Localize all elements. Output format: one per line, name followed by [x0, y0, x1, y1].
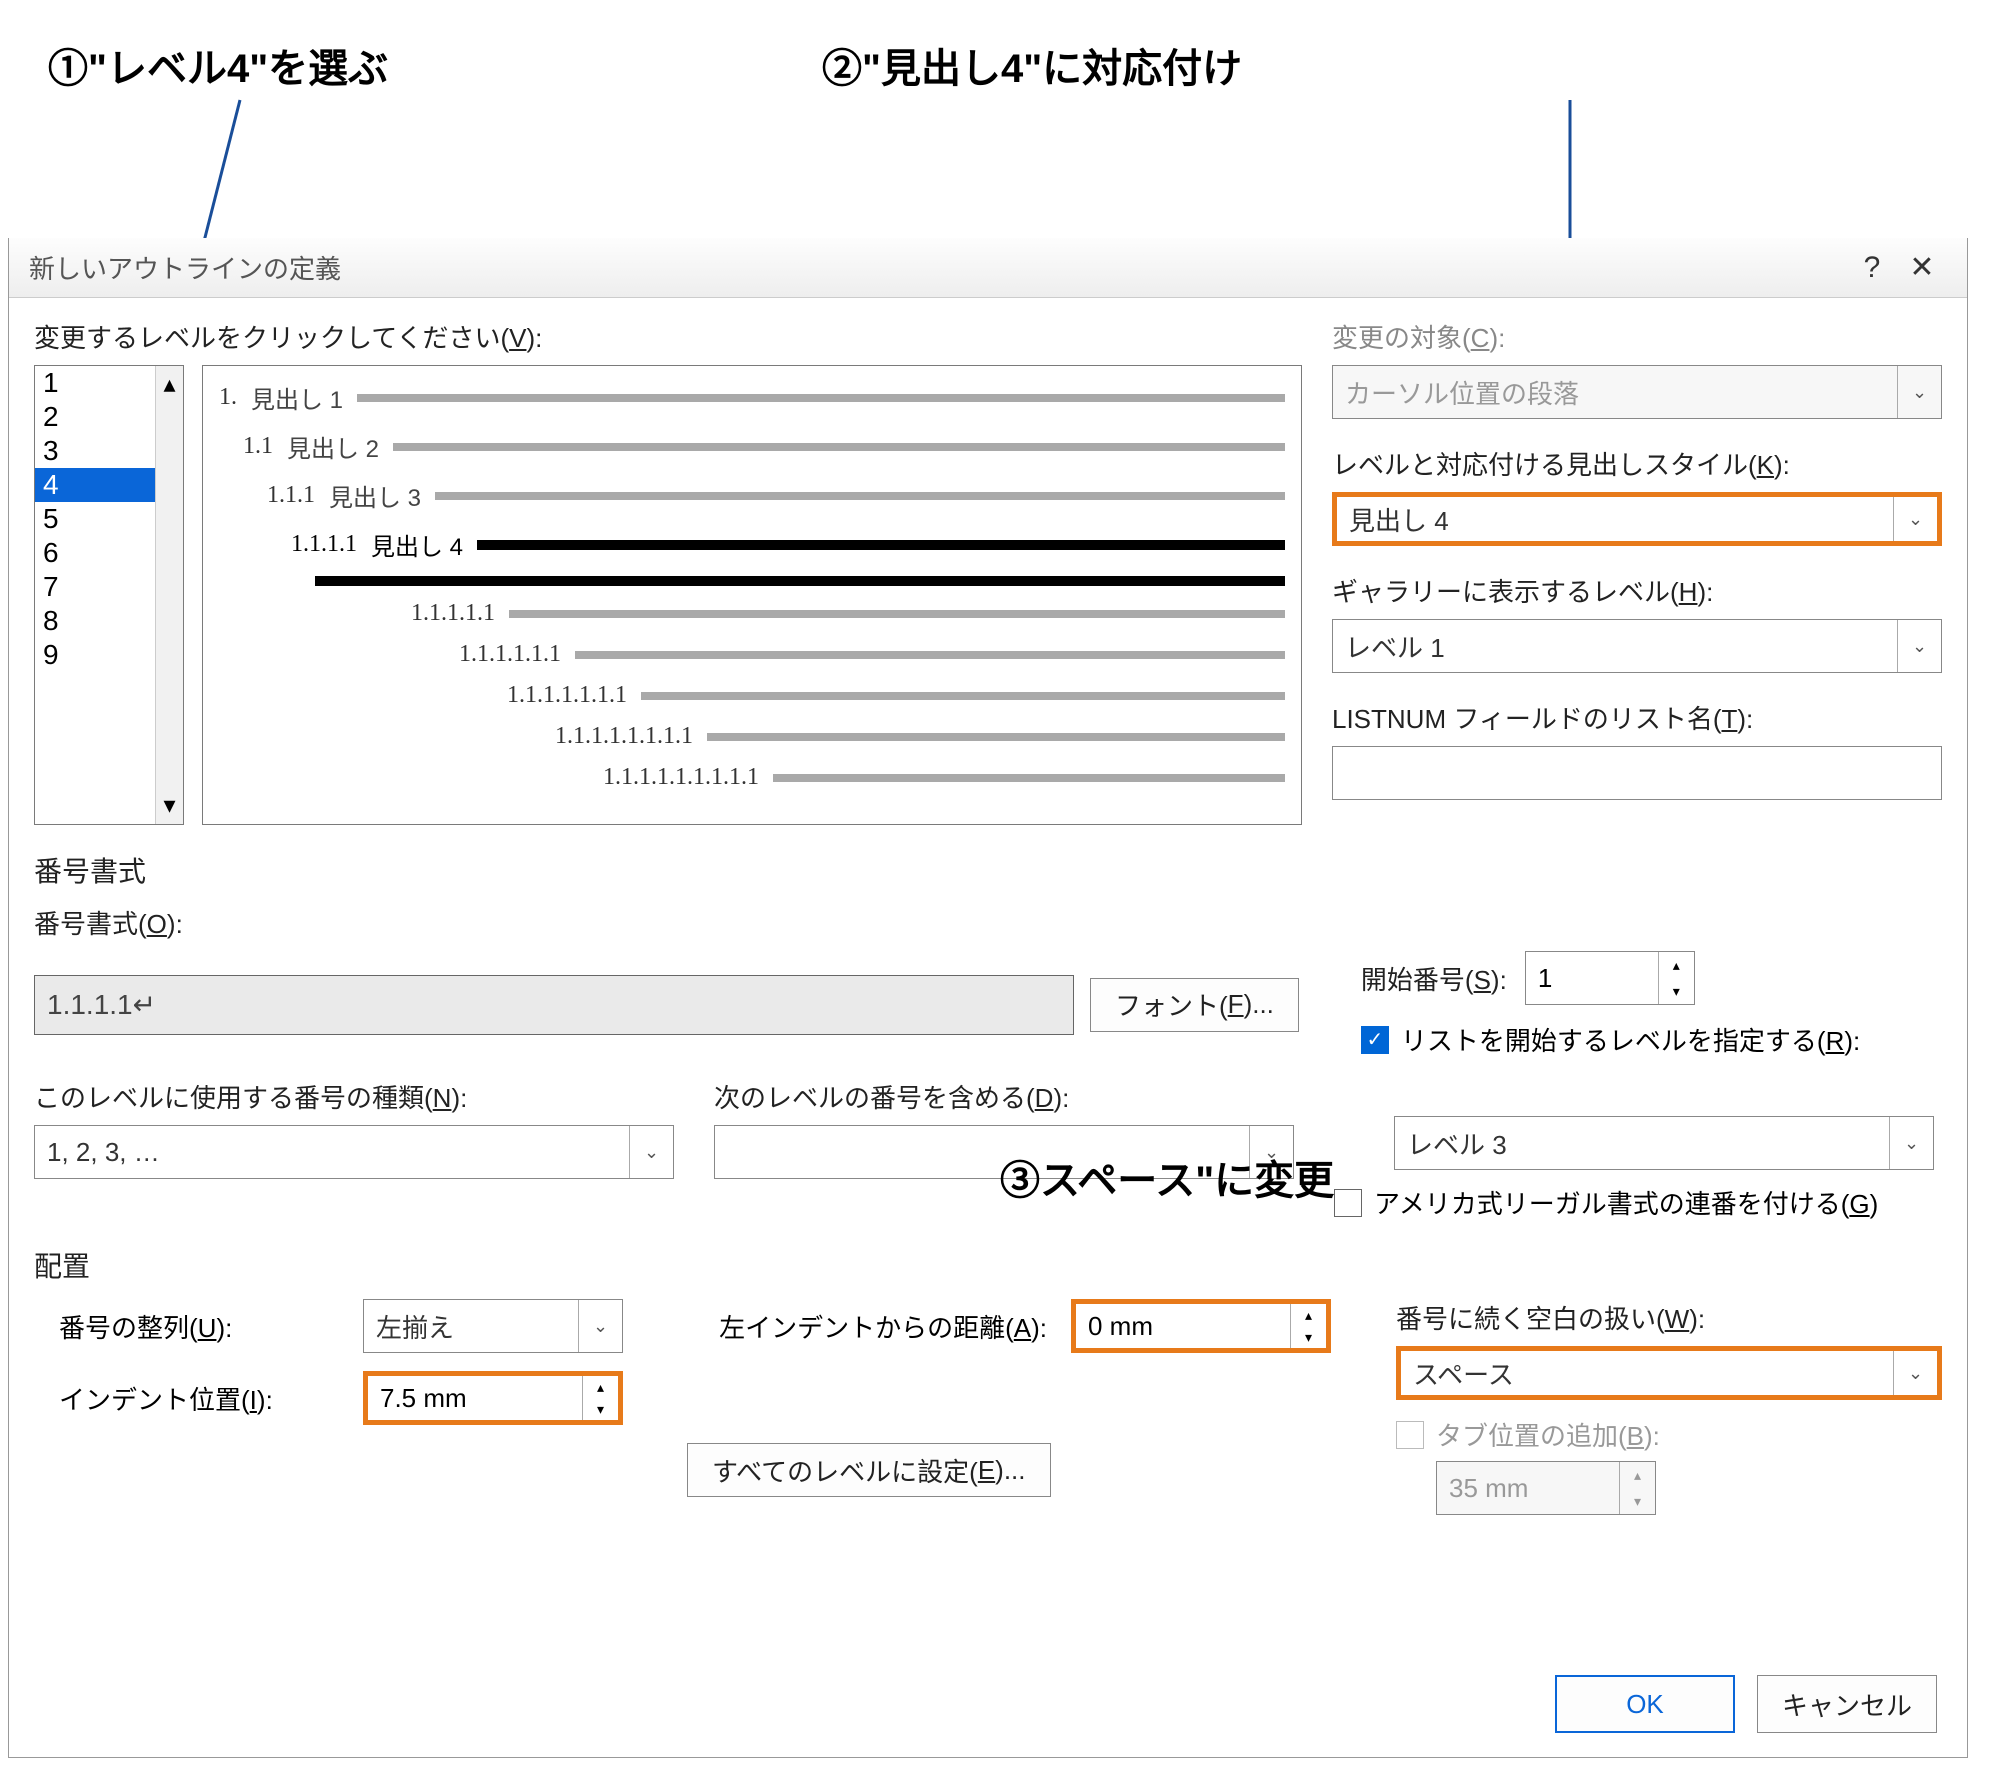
outline-definition-dialog: 新しいアウトラインの定義 ? ✕ 変更するレベルをクリックしてください(V): … [8, 238, 1968, 1758]
dialog-title: 新しいアウトラインの定義 [29, 249, 1847, 286]
tabpos-checkbox-row: タブ位置の追加(B): [1396, 1416, 1942, 1453]
chevron-down-icon[interactable]: ⌄ [1889, 1117, 1933, 1169]
gallery-label: ギャラリーに表示するレベル(H): [1332, 572, 1942, 609]
leftindent-input[interactable]: 0 mm ▴▾ [1071, 1299, 1331, 1353]
checkbox-checked-icon[interactable]: ✓ [1361, 1026, 1389, 1054]
tabpos-input: 35 mm ▴▾ [1436, 1461, 1656, 1515]
leftindent-label: 左インデントからの距離(A): [687, 1308, 1047, 1345]
chevron-down-icon[interactable]: ⌄ [1893, 497, 1937, 541]
ok-button[interactable]: OK [1555, 1675, 1735, 1733]
align-select[interactable]: 左揃え ⌄ [363, 1299, 623, 1353]
scroll-up-icon[interactable]: ▴ [163, 370, 175, 399]
level-item-5[interactable]: 5 [35, 502, 155, 536]
level-item-4[interactable]: 4 [35, 468, 155, 502]
spinner-icon: ▴▾ [1619, 1462, 1655, 1514]
spinner-icon[interactable]: ▴▾ [1290, 1304, 1326, 1348]
position-section-title: 配置 [34, 1245, 1967, 1285]
font-button[interactable]: フォント(F)... [1090, 978, 1299, 1032]
chevron-down-icon[interactable]: ⌄ [1893, 1351, 1937, 1395]
chevron-down-icon[interactable]: ⌄ [629, 1126, 673, 1178]
restart-level-select[interactable]: レベル 3 ⌄ [1394, 1116, 1934, 1170]
preview-row [219, 576, 1285, 586]
chevron-down-icon: ⌄ [1897, 366, 1941, 418]
level-item-9[interactable]: 9 [35, 638, 155, 672]
spinner-icon[interactable]: ▴▾ [582, 1376, 618, 1420]
spinner-icon[interactable]: ▴▾ [1658, 952, 1694, 1004]
chevron-down-icon[interactable]: ⌄ [1897, 620, 1941, 672]
preview-row: 1.1.1.1.1.1.1.1.1 [219, 764, 1285, 791]
help-icon[interactable]: ? [1847, 243, 1897, 293]
callout-1: ①"レベル4"を選ぶ [48, 36, 388, 94]
preview-row: 1.1.1.1.1 [219, 600, 1285, 627]
indentpos-input[interactable]: 7.5 mm ▴▾ [363, 1371, 623, 1425]
preview-row: 1.1.1.1.1.1.1 [219, 682, 1285, 709]
setall-button[interactable]: すべてのレベルに設定(E)... [687, 1443, 1051, 1497]
level-item-1[interactable]: 1 [35, 366, 155, 400]
outline-preview: 1.見出し 1 1.1見出し 2 1.1.1見出し 3 1.1.1.1見出し 4 1.1… [202, 365, 1302, 825]
numtype-label: このレベルに使用する番号の種類(N): [34, 1078, 674, 1115]
level-item-6[interactable]: 6 [35, 536, 155, 570]
follow-select[interactable]: スペース ⌄ [1396, 1346, 1942, 1400]
start-label: 開始番号(S): [1361, 960, 1507, 997]
preview-row: 1.見出し 1 [219, 380, 1285, 415]
preview-row: 1.1.1.1見出し 4 [219, 527, 1285, 562]
follow-label: 番号に続く空白の扱い(W): [1396, 1299, 1942, 1336]
numfmt-input[interactable]: 1.1.1.1↵ [34, 975, 1074, 1035]
level-listbox[interactable]: 123456789 ▴ ▾ [34, 365, 184, 825]
close-icon[interactable]: ✕ [1897, 243, 1947, 293]
legal-checkbox-row[interactable]: アメリカ式リーガル書式の連番を付ける(G) [1334, 1184, 1934, 1221]
restart-checkbox-row[interactable]: ✓ リストを開始するレベルを指定する(R): [1361, 1021, 1921, 1058]
gallery-select[interactable]: レベル 1 ⌄ [1332, 619, 1942, 673]
numfmt-section-title: 番号書式 [34, 850, 1967, 890]
scrollbar[interactable]: ▴ ▾ [155, 366, 183, 824]
callout-3: ③スペース"に変更 [1000, 1148, 1334, 1206]
preview-row: 1.1見出し 2 [219, 429, 1285, 464]
legal-label: アメリカ式リーガル書式の連番を付ける(G) [1374, 1184, 1878, 1221]
link-style-select[interactable]: 見出し 4 ⌄ [1332, 492, 1942, 546]
align-label: 番号の整列(U): [59, 1308, 339, 1345]
link-style-label: レベルと対応付ける見出しスタイル(K): [1332, 445, 1942, 482]
checkbox-icon[interactable] [1334, 1189, 1362, 1217]
chevron-down-icon[interactable]: ⌄ [578, 1300, 622, 1352]
cancel-button[interactable]: キャンセル [1757, 1675, 1937, 1733]
preview-row: 1.1.1見出し 3 [219, 478, 1285, 513]
tabpos-label: タブ位置の追加(B): [1436, 1416, 1660, 1453]
listnum-label: LISTNUM フィールドのリスト名(T): [1332, 699, 1942, 736]
listnum-input[interactable] [1332, 746, 1942, 800]
checkbox-icon [1396, 1421, 1424, 1449]
numtype-select[interactable]: 1, 2, 3, … ⌄ [34, 1125, 674, 1179]
include-label: 次のレベルの番号を含める(D): [714, 1078, 1294, 1115]
preview-row: 1.1.1.1.1.1 [219, 641, 1285, 668]
level-item-7[interactable]: 7 [35, 570, 155, 604]
restart-label: リストを開始するレベルを指定する(R): [1401, 1021, 1860, 1058]
titlebar: 新しいアウトラインの定義 ? ✕ [9, 238, 1967, 298]
target-select: カーソル位置の段落 ⌄ [1332, 365, 1942, 419]
start-number-input[interactable]: 1 ▴▾ [1525, 951, 1695, 1005]
preview-row: 1.1.1.1.1.1.1.1 [219, 723, 1285, 750]
level-item-2[interactable]: 2 [35, 400, 155, 434]
level-item-3[interactable]: 3 [35, 434, 155, 468]
level-click-label: 変更するレベルをクリックしてください(V): [34, 318, 1302, 355]
indentpos-label: インデント位置(I): [59, 1380, 339, 1417]
callout-2: ②"見出し4"に対応付け [822, 36, 1242, 94]
target-label: 変更の対象(C): [1332, 318, 1942, 355]
scroll-down-icon[interactable]: ▾ [163, 791, 175, 820]
level-item-8[interactable]: 8 [35, 604, 155, 638]
numfmt-label: 番号書式(O): [34, 904, 1942, 941]
